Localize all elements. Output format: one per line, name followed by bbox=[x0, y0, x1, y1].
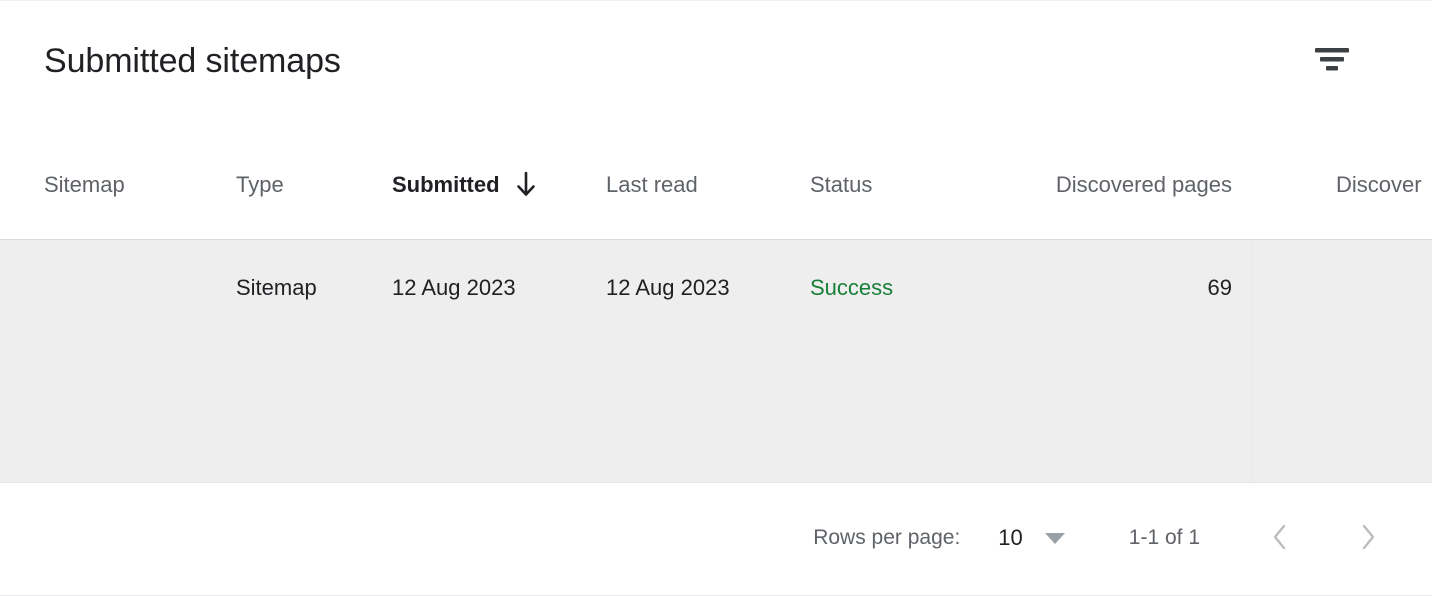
arrow-downward-icon bbox=[514, 171, 538, 199]
status-badge: Success bbox=[810, 275, 894, 300]
column-header-label: Last read bbox=[606, 172, 698, 197]
filter-list-icon bbox=[1310, 43, 1354, 76]
rows-per-page-select[interactable]: 10 bbox=[998, 525, 1065, 551]
rows-per-page-label: Rows per page: bbox=[813, 526, 961, 549]
pagination-controls: Rows per page: 10 1-1 of 1 bbox=[813, 483, 1392, 593]
rows-per-page-value: 10 bbox=[998, 525, 1023, 550]
cell-value: 12 Aug 2023 bbox=[392, 275, 516, 300]
table-body: Sitemap 12 Aug 2023 12 Aug 2023 Success … bbox=[0, 240, 1432, 483]
column-header-discovered-pages[interactable]: Discovered pages bbox=[1040, 131, 1232, 239]
column-header-label: Sitemap bbox=[44, 172, 125, 197]
pagination-range-label: 1-1 of 1 bbox=[1128, 526, 1200, 549]
table-footer: Rows per page: 10 1-1 of 1 bbox=[0, 483, 1432, 593]
previous-page-button[interactable] bbox=[1256, 514, 1304, 562]
chevron-right-icon bbox=[1355, 522, 1381, 555]
column-header-discovered-truncated[interactable]: Discover bbox=[1336, 131, 1432, 239]
column-header-sitemap[interactable]: Sitemap bbox=[44, 131, 224, 239]
chevron-left-icon bbox=[1267, 522, 1293, 555]
table-row[interactable]: Sitemap 12 Aug 2023 12 Aug 2023 Success … bbox=[0, 240, 1432, 483]
sitemaps-table: Sitemap Type Submitted Last read Status bbox=[0, 131, 1432, 593]
column-header-type[interactable]: Type bbox=[236, 131, 381, 239]
cell-discovered-pages: 69 bbox=[1040, 267, 1232, 309]
column-header-label: Type bbox=[236, 172, 284, 197]
cell-status: Success bbox=[810, 267, 1020, 309]
cell-sitemap bbox=[44, 267, 224, 309]
column-header-submitted[interactable]: Submitted bbox=[392, 131, 592, 239]
page-title: Submitted sitemaps bbox=[44, 42, 341, 80]
submitted-sitemaps-card: Submitted sitemaps Sitemap Type Submitte… bbox=[0, 0, 1432, 596]
column-header-label: Discover bbox=[1336, 172, 1422, 197]
chevron-down-icon bbox=[1044, 532, 1065, 544]
cell-value: Sitemap bbox=[236, 275, 317, 300]
column-header-last-read[interactable]: Last read bbox=[606, 131, 796, 239]
card-header: Submitted sitemaps bbox=[0, 1, 1432, 131]
next-page-button[interactable] bbox=[1344, 514, 1392, 562]
cell-value: 69 bbox=[1207, 275, 1232, 300]
table-header-row: Sitemap Type Submitted Last read Status bbox=[0, 131, 1432, 240]
column-header-label: Submitted bbox=[392, 172, 500, 197]
column-divider bbox=[1252, 240, 1253, 482]
filter-button[interactable] bbox=[1310, 37, 1354, 81]
column-header-label: Status bbox=[810, 172, 873, 197]
column-header-label: Discovered pages bbox=[1055, 172, 1232, 197]
cell-value: 12 Aug 2023 bbox=[606, 275, 730, 300]
column-header-status[interactable]: Status bbox=[810, 131, 1020, 239]
cell-submitted: 12 Aug 2023 bbox=[392, 267, 592, 309]
cell-last-read: 12 Aug 2023 bbox=[606, 267, 796, 309]
cell-type: Sitemap bbox=[236, 267, 381, 309]
